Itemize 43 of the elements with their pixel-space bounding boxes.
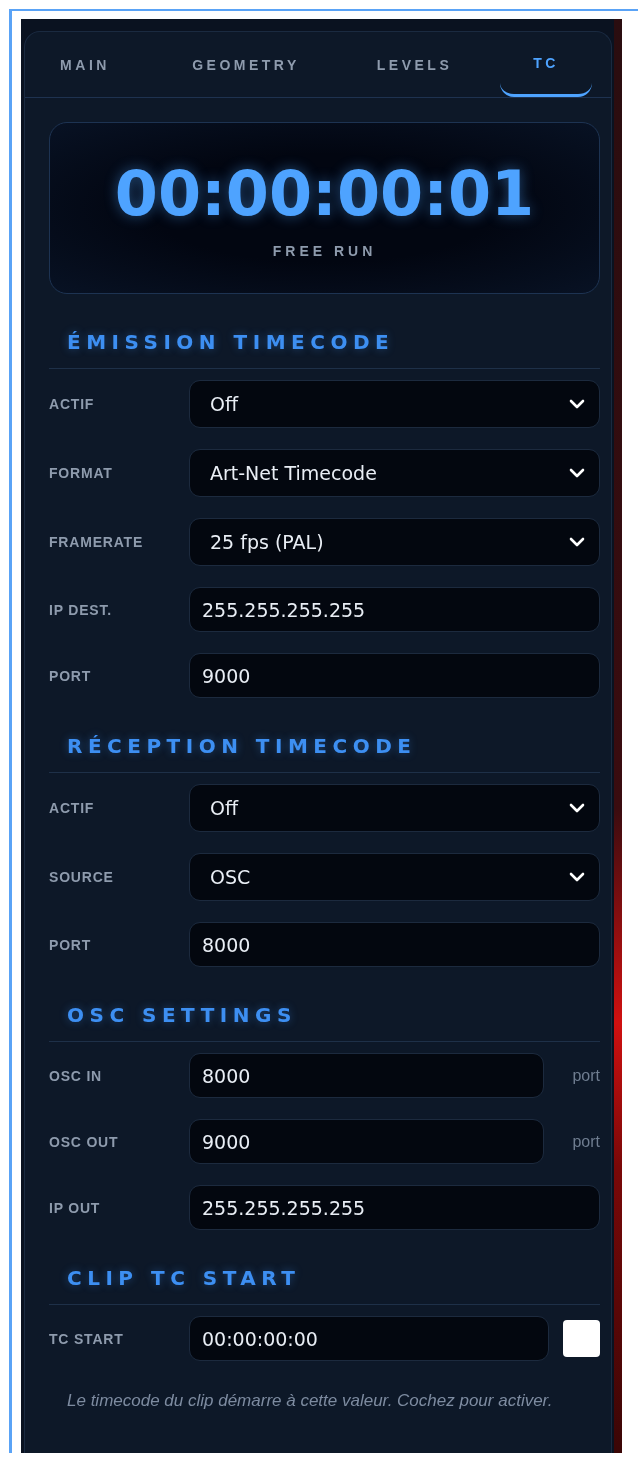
timecode-mode: FREE RUN [272,243,377,259]
tab[interactable]: MAIN [35,32,135,97]
dropdown[interactable]: 25 fps (PAL) [189,518,600,566]
input-field[interactable]: 8000 [189,1053,544,1098]
tab[interactable]: TC [500,32,592,97]
field-label: OSC OUT [49,1133,120,1150]
input-field[interactable]: 255.255.255.255 [189,587,600,632]
section-heading: CLIP TC START [49,1265,600,1305]
field-label: PORT [49,667,93,684]
tab[interactable]: LEVELS [357,32,472,97]
timecode-value: 00:00:00:01 [114,161,535,227]
unit-label: port [571,1132,600,1151]
input-field[interactable]: 8000 [189,922,600,967]
field-label: ACTIF [49,396,96,412]
input-field[interactable]: 9000 [189,1119,544,1164]
chevron-down-icon [569,399,585,409]
section-heading: OSC SETTINGS [49,1002,600,1042]
help-text: Le timecode du clip démarre à cette valeur. Cochez pour activer. [67,1390,554,1412]
input-field[interactable]: 9000 [189,653,600,698]
checkbox[interactable] [563,1320,600,1357]
input-field[interactable]: 255.255.255.255 [189,1185,600,1230]
chevron-down-icon [569,537,585,547]
field-label: IP DEST. [49,601,113,618]
input-field[interactable]: 00:00:00:00 [189,1316,549,1361]
unit-label: port [571,1066,600,1085]
dropdown[interactable]: Off [189,784,600,832]
dropdown[interactable]: Off [189,380,600,428]
field-label: SOURCE [49,869,115,885]
dropdown[interactable]: Art-Net Timecode [189,449,600,497]
chevron-down-icon [569,803,585,813]
chevron-down-icon [569,468,585,478]
section-heading: RÉCEPTION TIMECODE [49,733,600,773]
field-label: IP OUT [49,1199,102,1216]
section-heading: ÉMISSION TIMECODE [49,329,600,369]
field-label: PORT [49,936,93,953]
field-label: FRAMERATE [49,534,145,550]
chevron-down-icon [569,872,585,882]
field-label: TC START [49,1330,125,1347]
field-label: OSC IN [49,1067,104,1084]
tab[interactable]: GEOMETRY [163,32,329,97]
dropdown[interactable]: OSC [189,853,600,901]
field-label: FORMAT [49,465,114,481]
field-label: ACTIF [49,800,96,816]
